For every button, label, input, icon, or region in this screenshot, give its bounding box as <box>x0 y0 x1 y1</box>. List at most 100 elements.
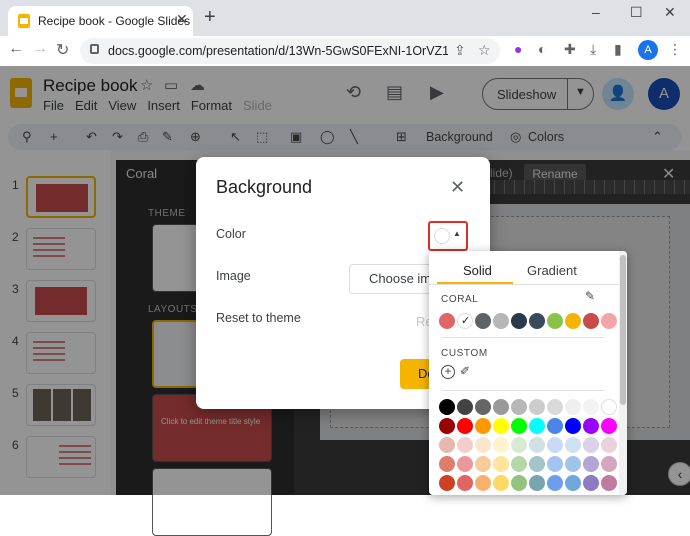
bookmark-star-icon[interactable]: ☆ <box>478 42 491 59</box>
custom-colors-label: CUSTOM <box>441 348 488 359</box>
tab-close-icon[interactable]: ✕ <box>176 11 188 28</box>
palette-color-swatch[interactable] <box>547 456 563 472</box>
current-color-swatch <box>434 228 450 244</box>
color-dropdown-button[interactable]: ▲ <box>428 221 468 251</box>
palette-color-swatch[interactable] <box>601 418 617 434</box>
palette-color-swatch[interactable] <box>475 418 491 434</box>
palette-color-swatch[interactable] <box>529 456 545 472</box>
extension-audio-icon[interactable]: ◐ <box>538 41 546 57</box>
palette-color-swatch[interactable] <box>475 456 491 472</box>
browser-tab[interactable]: Recipe book - Google Slides ✕ <box>8 6 193 36</box>
palette-color-swatch[interactable] <box>565 418 581 434</box>
palette-color-swatch[interactable] <box>601 456 617 472</box>
theme-colors-label: CORAL <box>441 294 479 305</box>
theme-color-swatch[interactable] <box>601 313 617 329</box>
palette-color-swatch[interactable] <box>547 437 563 453</box>
palette-color-swatch[interactable] <box>493 456 509 472</box>
dialog-close-icon[interactable]: ✕ <box>450 177 465 198</box>
side-panel-icon[interactable]: ▮ <box>614 41 622 58</box>
palette-color-swatch[interactable] <box>529 399 545 415</box>
palette-color-swatch[interactable] <box>439 399 455 415</box>
section-divider <box>441 337 605 338</box>
palette-color-swatch[interactable] <box>601 399 617 415</box>
palette-color-swatch[interactable] <box>457 475 473 491</box>
palette-color-swatch[interactable] <box>547 399 563 415</box>
palette-color-swatch[interactable] <box>565 475 581 491</box>
palette-color-swatch[interactable] <box>439 456 455 472</box>
theme-color-swatch[interactable] <box>583 313 599 329</box>
picker-scrollbar[interactable] <box>619 251 627 495</box>
palette-color-swatch[interactable] <box>493 437 509 453</box>
palette-color-swatch[interactable] <box>529 437 545 453</box>
edit-theme-colors-icon[interactable]: ✎ <box>585 289 595 303</box>
extensions-puzzle-icon[interactable]: ✚ <box>564 41 576 58</box>
palette-color-swatch[interactable] <box>529 475 545 491</box>
palette-color-swatch[interactable] <box>583 437 599 453</box>
theme-color-swatch[interactable] <box>493 313 509 329</box>
palette-color-swatch[interactable] <box>529 418 545 434</box>
palette-color-swatch[interactable] <box>583 456 599 472</box>
share-page-icon[interactable]: ⇪ <box>454 42 466 59</box>
palette-color-swatch[interactable] <box>439 418 455 434</box>
reload-icon[interactable]: ↻ <box>56 40 69 60</box>
lock-icon[interactable] <box>90 44 99 54</box>
palette-color-swatch[interactable] <box>493 399 509 415</box>
url-bar[interactable]: docs.google.com/presentation/d/13Wn-5GwS… <box>80 38 500 64</box>
color-label: Color <box>216 227 246 241</box>
palette-color-swatch[interactable] <box>475 399 491 415</box>
download-icon[interactable]: ⤓ <box>590 41 596 58</box>
palette-color-swatch[interactable] <box>511 475 527 491</box>
tab-title: Recipe book - Google Slides <box>38 14 191 28</box>
palette-color-swatch[interactable] <box>457 399 473 415</box>
extension-media-icon[interactable]: ● <box>514 41 522 57</box>
palette-color-swatch[interactable] <box>547 418 563 434</box>
slides-favicon-icon <box>18 14 30 28</box>
palette-color-swatch[interactable] <box>457 456 473 472</box>
palette-color-swatch[interactable] <box>601 437 617 453</box>
palette-color-swatch[interactable] <box>565 456 581 472</box>
theme-color-swatch[interactable] <box>511 313 527 329</box>
theme-color-swatch[interactable] <box>529 313 545 329</box>
palette-color-swatch[interactable] <box>493 475 509 491</box>
maximize-icon[interactable]: ☐ <box>630 4 643 21</box>
theme-color-swatch[interactable] <box>439 313 455 329</box>
browser-menu-icon[interactable]: ⋮ <box>668 41 682 58</box>
window-close-icon[interactable]: ✕ <box>664 4 676 21</box>
add-custom-color-icon[interactable]: + <box>441 365 455 379</box>
palette-color-swatch[interactable] <box>601 475 617 491</box>
palette-color-swatch[interactable] <box>583 418 599 434</box>
palette-color-swatch[interactable] <box>493 418 509 434</box>
forward-icon[interactable]: → <box>32 40 48 58</box>
eyedropper-icon[interactable]: ✐ <box>460 364 470 378</box>
tab-solid[interactable]: Solid <box>463 263 492 278</box>
theme-color-swatch[interactable] <box>457 313 473 329</box>
tab-gradient[interactable]: Gradient <box>527 263 577 278</box>
palette-color-swatch[interactable] <box>565 399 581 415</box>
profile-avatar[interactable]: A <box>638 40 658 60</box>
dialog-title: Background <box>216 177 313 197</box>
minimize-icon[interactable]: – <box>592 4 600 20</box>
palette-color-swatch[interactable] <box>583 475 599 491</box>
palette-color-swatch[interactable] <box>511 456 527 472</box>
palette-color-swatch[interactable] <box>439 437 455 453</box>
palette-color-swatch[interactable] <box>457 418 473 434</box>
url-text[interactable]: docs.google.com/presentation/d/13Wn-5GwS… <box>108 44 448 58</box>
back-icon[interactable]: ← <box>8 40 24 58</box>
palette-color-swatch[interactable] <box>475 475 491 491</box>
palette-color-swatch[interactable] <box>565 437 581 453</box>
palette-color-swatch[interactable] <box>511 418 527 434</box>
palette-color-swatch[interactable] <box>511 437 527 453</box>
palette-color-swatch[interactable] <box>457 437 473 453</box>
theme-color-swatch[interactable] <box>475 313 491 329</box>
dropdown-triangle-icon: ▲ <box>453 229 461 238</box>
color-picker: Solid Gradient CORAL ✎ CUSTOM + ✐ <box>429 251 627 495</box>
palette-color-swatch[interactable] <box>547 475 563 491</box>
tab-divider <box>429 284 619 285</box>
palette-color-swatch[interactable] <box>511 399 527 415</box>
theme-color-swatch[interactable] <box>565 313 581 329</box>
new-tab-button[interactable]: + <box>204 6 216 29</box>
palette-color-swatch[interactable] <box>583 399 599 415</box>
palette-color-swatch[interactable] <box>439 475 455 491</box>
theme-color-swatch[interactable] <box>547 313 563 329</box>
palette-color-swatch[interactable] <box>475 437 491 453</box>
